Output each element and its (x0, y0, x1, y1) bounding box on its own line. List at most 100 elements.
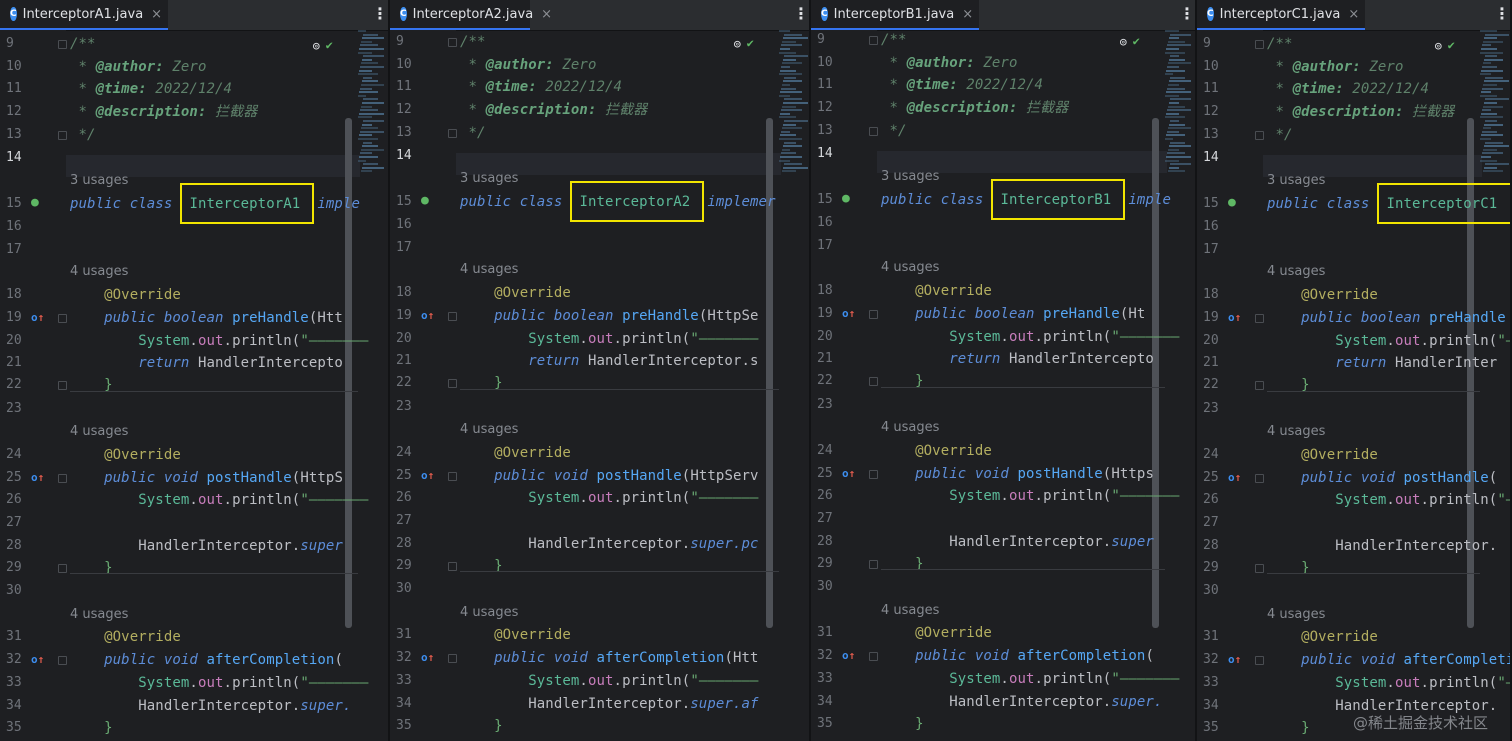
fold-marker[interactable] (448, 562, 457, 571)
editor-tab[interactable]: C InterceptorB1.java × (811, 0, 979, 30)
usages-hint[interactable]: 4 usages (70, 606, 128, 624)
fold-marker[interactable] (1255, 131, 1264, 140)
override-icon[interactable]: o↑ (842, 650, 855, 662)
override-icon[interactable]: o↑ (1228, 472, 1241, 484)
fold-marker[interactable] (58, 656, 67, 665)
fold-marker[interactable] (1255, 314, 1264, 323)
code-area[interactable]: /** * @author: Zero * @time: 2022/12/4 *… (881, 30, 1179, 741)
line-number: 23 (817, 397, 833, 412)
annotation: @Override (1301, 629, 1378, 645)
fold-marker[interactable] (869, 560, 878, 569)
editor-tab[interactable]: C InterceptorA1.java × (0, 0, 168, 30)
close-icon[interactable]: × (541, 7, 552, 22)
override-icon[interactable]: o↑ (1228, 654, 1241, 666)
fold-marker[interactable] (1255, 40, 1264, 49)
fold-marker[interactable] (1255, 381, 1264, 390)
usages-hint[interactable]: 4 usages (70, 423, 128, 441)
implements-icon[interactable]: ● (421, 194, 429, 207)
minimap[interactable] (779, 30, 809, 180)
fold-marker[interactable] (448, 654, 457, 663)
fold-marker[interactable] (869, 652, 878, 661)
usages-hint[interactable]: 4 usages (881, 419, 939, 437)
fold-marker[interactable] (58, 40, 67, 49)
code-area[interactable]: /** * @author: Zero * @time: 2022/12/4 *… (1267, 30, 1510, 741)
code-line: } (1267, 718, 1310, 738)
more-options-icon[interactable]: ⋮ (1179, 6, 1195, 22)
line-number: 17 (817, 238, 833, 253)
implements-icon[interactable]: ● (1228, 196, 1236, 209)
fold-marker[interactable] (58, 314, 67, 323)
code-line: * @description: 拦截器 (460, 100, 648, 120)
usages-hint[interactable]: 4 usages (1267, 263, 1325, 281)
keyword: public (460, 194, 512, 210)
minimap[interactable] (1480, 30, 1510, 180)
minimap[interactable] (358, 30, 388, 180)
usages-hint[interactable]: 4 usages (1267, 423, 1325, 441)
fold-marker[interactable] (869, 470, 878, 479)
fold-marker[interactable] (58, 474, 67, 483)
implements-icon[interactable]: ● (31, 196, 39, 209)
close-icon[interactable]: × (962, 7, 973, 22)
code-area[interactable]: /** * @author: Zero * @time: 2022/12/4 *… (70, 30, 368, 741)
more-options-icon[interactable]: ⋮ (793, 6, 809, 22)
fold-marker[interactable] (869, 310, 878, 319)
fold-marker[interactable] (1255, 656, 1264, 665)
fold-marker[interactable] (58, 381, 67, 390)
usages-hint[interactable]: 4 usages (460, 261, 518, 279)
line-number: 35 (817, 716, 833, 731)
usages-hint[interactable]: 3 usages (70, 172, 128, 190)
usages-hint[interactable]: 4 usages (881, 259, 939, 277)
code-line: * @description: 拦截器 (881, 98, 1069, 118)
override-icon[interactable]: o↑ (31, 654, 44, 666)
minimap[interactable] (1165, 30, 1195, 180)
fold-marker[interactable] (58, 131, 67, 140)
class-ref: System (949, 329, 1001, 345)
fold-marker[interactable] (448, 312, 457, 321)
code-text: HandlerIntercepto (197, 355, 343, 371)
fold-marker[interactable] (1255, 474, 1264, 483)
override-icon[interactable]: o↑ (421, 310, 434, 322)
fold-marker[interactable] (448, 38, 457, 47)
override-icon[interactable]: o↑ (842, 308, 855, 320)
override-icon[interactable]: o↑ (421, 470, 434, 482)
more-options-icon[interactable]: ⋮ (372, 6, 388, 22)
override-icon[interactable]: o↑ (31, 472, 44, 484)
usages-hint[interactable]: 3 usages (460, 170, 518, 188)
class-name-highlight (570, 181, 704, 222)
usages-hint[interactable]: 3 usages (1267, 172, 1325, 190)
override-icon[interactable]: o↑ (842, 468, 855, 480)
usages-hint[interactable]: 4 usages (881, 602, 939, 620)
fold-marker[interactable] (448, 379, 457, 388)
more-options-icon[interactable]: ⋮ (1494, 6, 1510, 22)
implements-icon[interactable]: ● (842, 192, 850, 205)
usages-hint[interactable]: 4 usages (460, 421, 518, 439)
usages-hint[interactable]: 3 usages (881, 168, 939, 186)
code-text: .println( (1420, 492, 1498, 508)
fold-marker[interactable] (869, 377, 878, 386)
usages-hint[interactable]: 4 usages (1267, 606, 1325, 624)
fold-marker[interactable] (869, 36, 878, 45)
code-text: HandlerIntercepto (1008, 351, 1154, 367)
override-icon[interactable]: o↑ (421, 652, 434, 664)
fold-marker[interactable] (448, 129, 457, 138)
usages-hint[interactable]: 4 usages (460, 604, 518, 622)
close-icon[interactable]: × (1348, 7, 1359, 22)
editor-tab[interactable]: C InterceptorA2.java × (390, 0, 552, 30)
fold-marker[interactable] (58, 564, 67, 573)
line-number: 24 (817, 443, 833, 458)
brace: } (494, 718, 503, 734)
keyword: public (104, 310, 156, 326)
usages-hint[interactable]: 4 usages (70, 263, 128, 281)
line-number: 32 (396, 650, 412, 665)
method-name: afterCompletion (1017, 648, 1146, 664)
field: out (587, 673, 614, 689)
line-number: 21 (1203, 355, 1219, 370)
close-icon[interactable]: × (151, 7, 162, 22)
editor-tab[interactable]: C InterceptorC1.java × (1197, 0, 1365, 30)
fold-marker[interactable] (869, 127, 878, 136)
fold-marker[interactable] (448, 472, 457, 481)
fold-marker[interactable] (1255, 564, 1264, 573)
override-icon[interactable]: o↑ (1228, 312, 1241, 324)
code-area[interactable]: /** * @author: Zero * @time: 2022/12/4 *… (460, 30, 781, 741)
override-icon[interactable]: o↑ (31, 312, 44, 324)
